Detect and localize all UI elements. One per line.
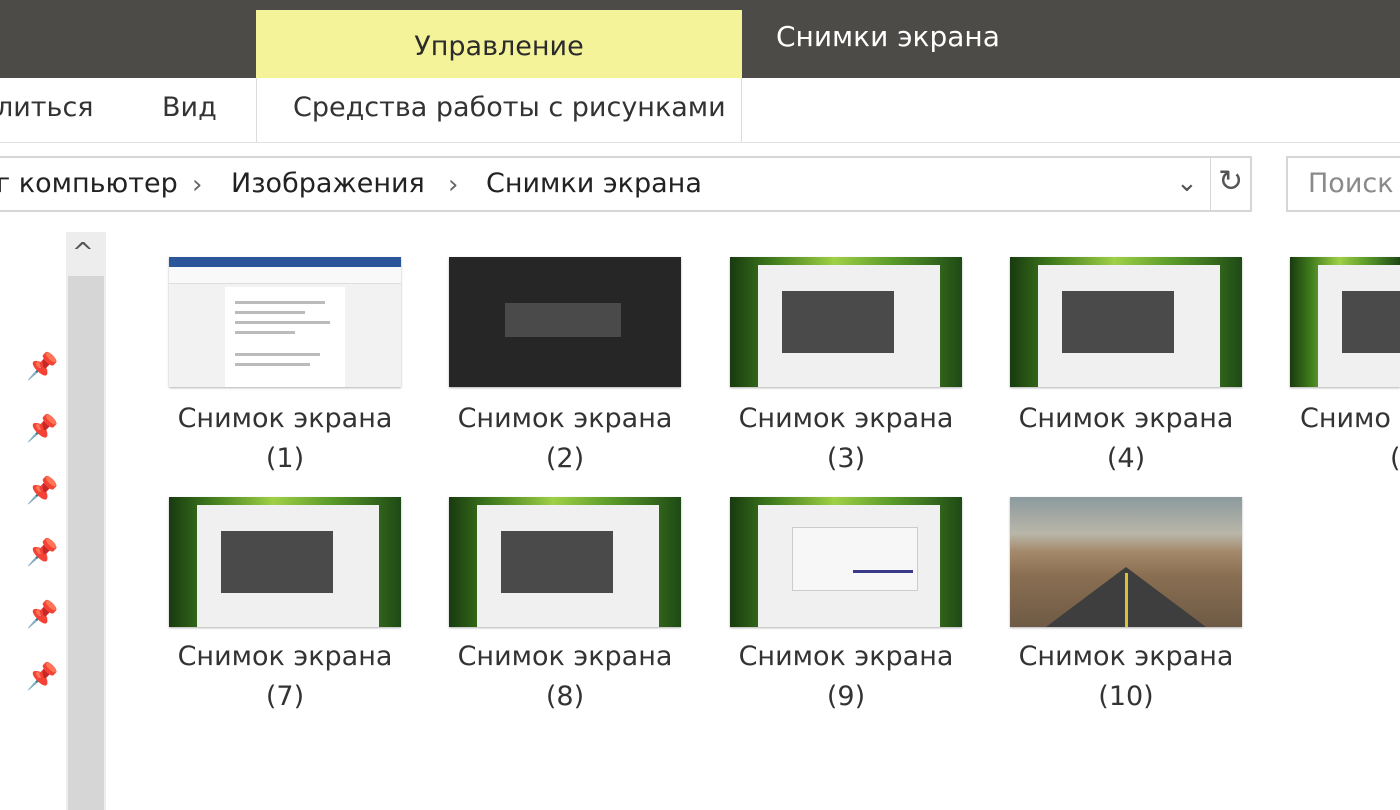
pin-icon[interactable]: 📌: [26, 662, 58, 692]
thumbnail-image: [449, 497, 681, 627]
file-name: Снимок экрана (2): [457, 403, 673, 474]
pin-icon[interactable]: 📌: [26, 414, 58, 444]
pin-icon[interactable]: 📌: [26, 538, 58, 568]
thumbnail-image: [1290, 257, 1400, 387]
pin-icon[interactable]: 📌: [26, 600, 58, 630]
thumbnail-image: [1010, 497, 1242, 627]
file-name: Снимок экрана (7): [177, 641, 393, 712]
file-name: Снимок экрана (10): [1018, 641, 1234, 712]
thumbnail-image: [1010, 257, 1242, 387]
thumbnail-image: [169, 497, 401, 627]
file-name: Снимок экрана (8): [457, 641, 673, 712]
thumbnail-image: [730, 257, 962, 387]
window-title: Снимки экрана: [776, 20, 1000, 53]
tab-picture-tools[interactable]: Средства работы с рисунками: [293, 92, 726, 123]
thumbnail-image: [169, 257, 401, 387]
refresh-icon[interactable]: ↻: [1218, 164, 1243, 199]
file-name: Снимок экрана (4): [1018, 403, 1234, 474]
chevron-down-icon[interactable]: ⌄: [1176, 168, 1198, 198]
file-name: Снимо(: [1300, 403, 1400, 474]
tab-manage[interactable]: Управление: [256, 10, 742, 78]
pin-icon[interactable]: 📌: [26, 352, 58, 382]
tab-share[interactable]: литься: [0, 92, 94, 123]
file-name: Снимок экрана (9): [738, 641, 954, 712]
file-name: Снимок экрана (3): [738, 403, 954, 474]
address-divider: [1210, 158, 1211, 210]
pin-icon[interactable]: 📌: [26, 476, 58, 506]
file-name: Снимок экрана (1): [177, 403, 393, 474]
thumbnail-image: [730, 497, 962, 627]
breadcrumb-separator[interactable]: ›: [448, 170, 458, 200]
thumbnail-image: [449, 257, 681, 387]
scroll-up-icon[interactable]: ^: [72, 238, 94, 268]
tab-view[interactable]: Вид: [162, 92, 217, 123]
breadcrumb-screenshots[interactable]: Снимки экрана: [486, 168, 702, 199]
breadcrumb-images[interactable]: Изображения: [231, 168, 425, 199]
nav-scrollbar-thumb[interactable]: [68, 276, 104, 810]
breadcrumb-separator[interactable]: ›: [192, 170, 202, 200]
breadcrumb-computer[interactable]: г компьютер: [0, 168, 178, 199]
search-placeholder: Поиск: [1308, 168, 1394, 199]
